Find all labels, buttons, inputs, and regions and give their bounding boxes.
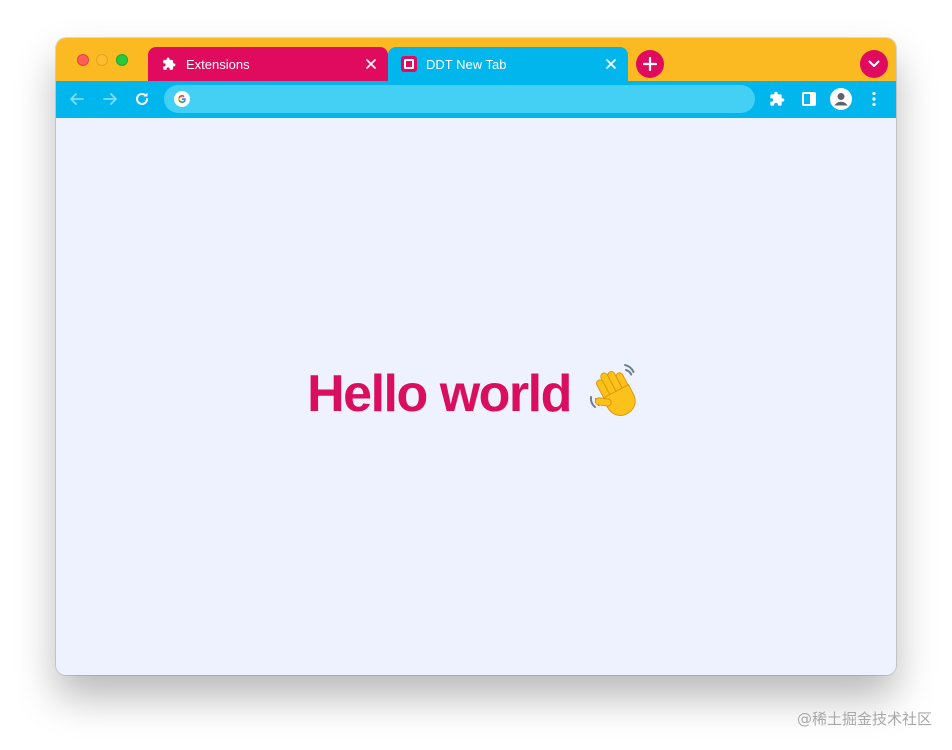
new-tab-button[interactable]	[636, 50, 664, 78]
tab-extensions[interactable]: Extensions	[148, 47, 388, 81]
close-icon[interactable]	[603, 56, 619, 72]
tab-strip: Extensions DDT New Tab	[56, 38, 896, 81]
page-heading: Hello world	[307, 365, 572, 423]
side-panel-button[interactable]	[797, 87, 821, 111]
page-content: Hello world	[56, 118, 896, 675]
browser-menu-button[interactable]	[862, 87, 886, 111]
forward-button[interactable]	[98, 87, 122, 111]
google-g-icon	[173, 90, 191, 108]
arrow-left-icon	[69, 91, 85, 107]
address-input[interactable]	[191, 85, 755, 113]
window-maximize-button[interactable]	[116, 54, 128, 66]
tab-title: Extensions	[186, 56, 250, 72]
chevron-down-icon	[868, 60, 880, 68]
plus-icon	[643, 57, 657, 71]
tab-ddt-new-tab[interactable]: DDT New Tab	[388, 47, 628, 81]
hello-heading-row: Hello world	[56, 364, 896, 424]
window-close-button[interactable]	[77, 54, 89, 66]
address-bar[interactable]	[164, 85, 755, 113]
puzzle-icon	[769, 91, 785, 107]
ddt-favicon-icon	[401, 56, 417, 72]
more-vertical-icon	[872, 91, 876, 107]
profile-button[interactable]	[829, 87, 853, 111]
window-minimize-button[interactable]	[96, 54, 108, 66]
avatar-icon	[830, 88, 852, 110]
waving-hand-icon	[585, 361, 645, 421]
tab-title: DDT New Tab	[426, 56, 507, 72]
reload-icon	[134, 91, 150, 107]
watermark: @稀土掘金技术社区	[796, 710, 932, 728]
extensions-button[interactable]	[765, 87, 789, 111]
back-button[interactable]	[65, 87, 89, 111]
browser-window: Extensions DDT New Tab Hello world	[56, 38, 896, 675]
arrow-right-icon	[102, 91, 118, 107]
close-icon[interactable]	[363, 56, 379, 72]
side-panel-icon	[801, 91, 817, 107]
puzzle-icon	[161, 56, 177, 72]
reload-button[interactable]	[130, 87, 154, 111]
browser-toolbar	[56, 81, 896, 118]
tab-search-button[interactable]	[860, 50, 888, 78]
